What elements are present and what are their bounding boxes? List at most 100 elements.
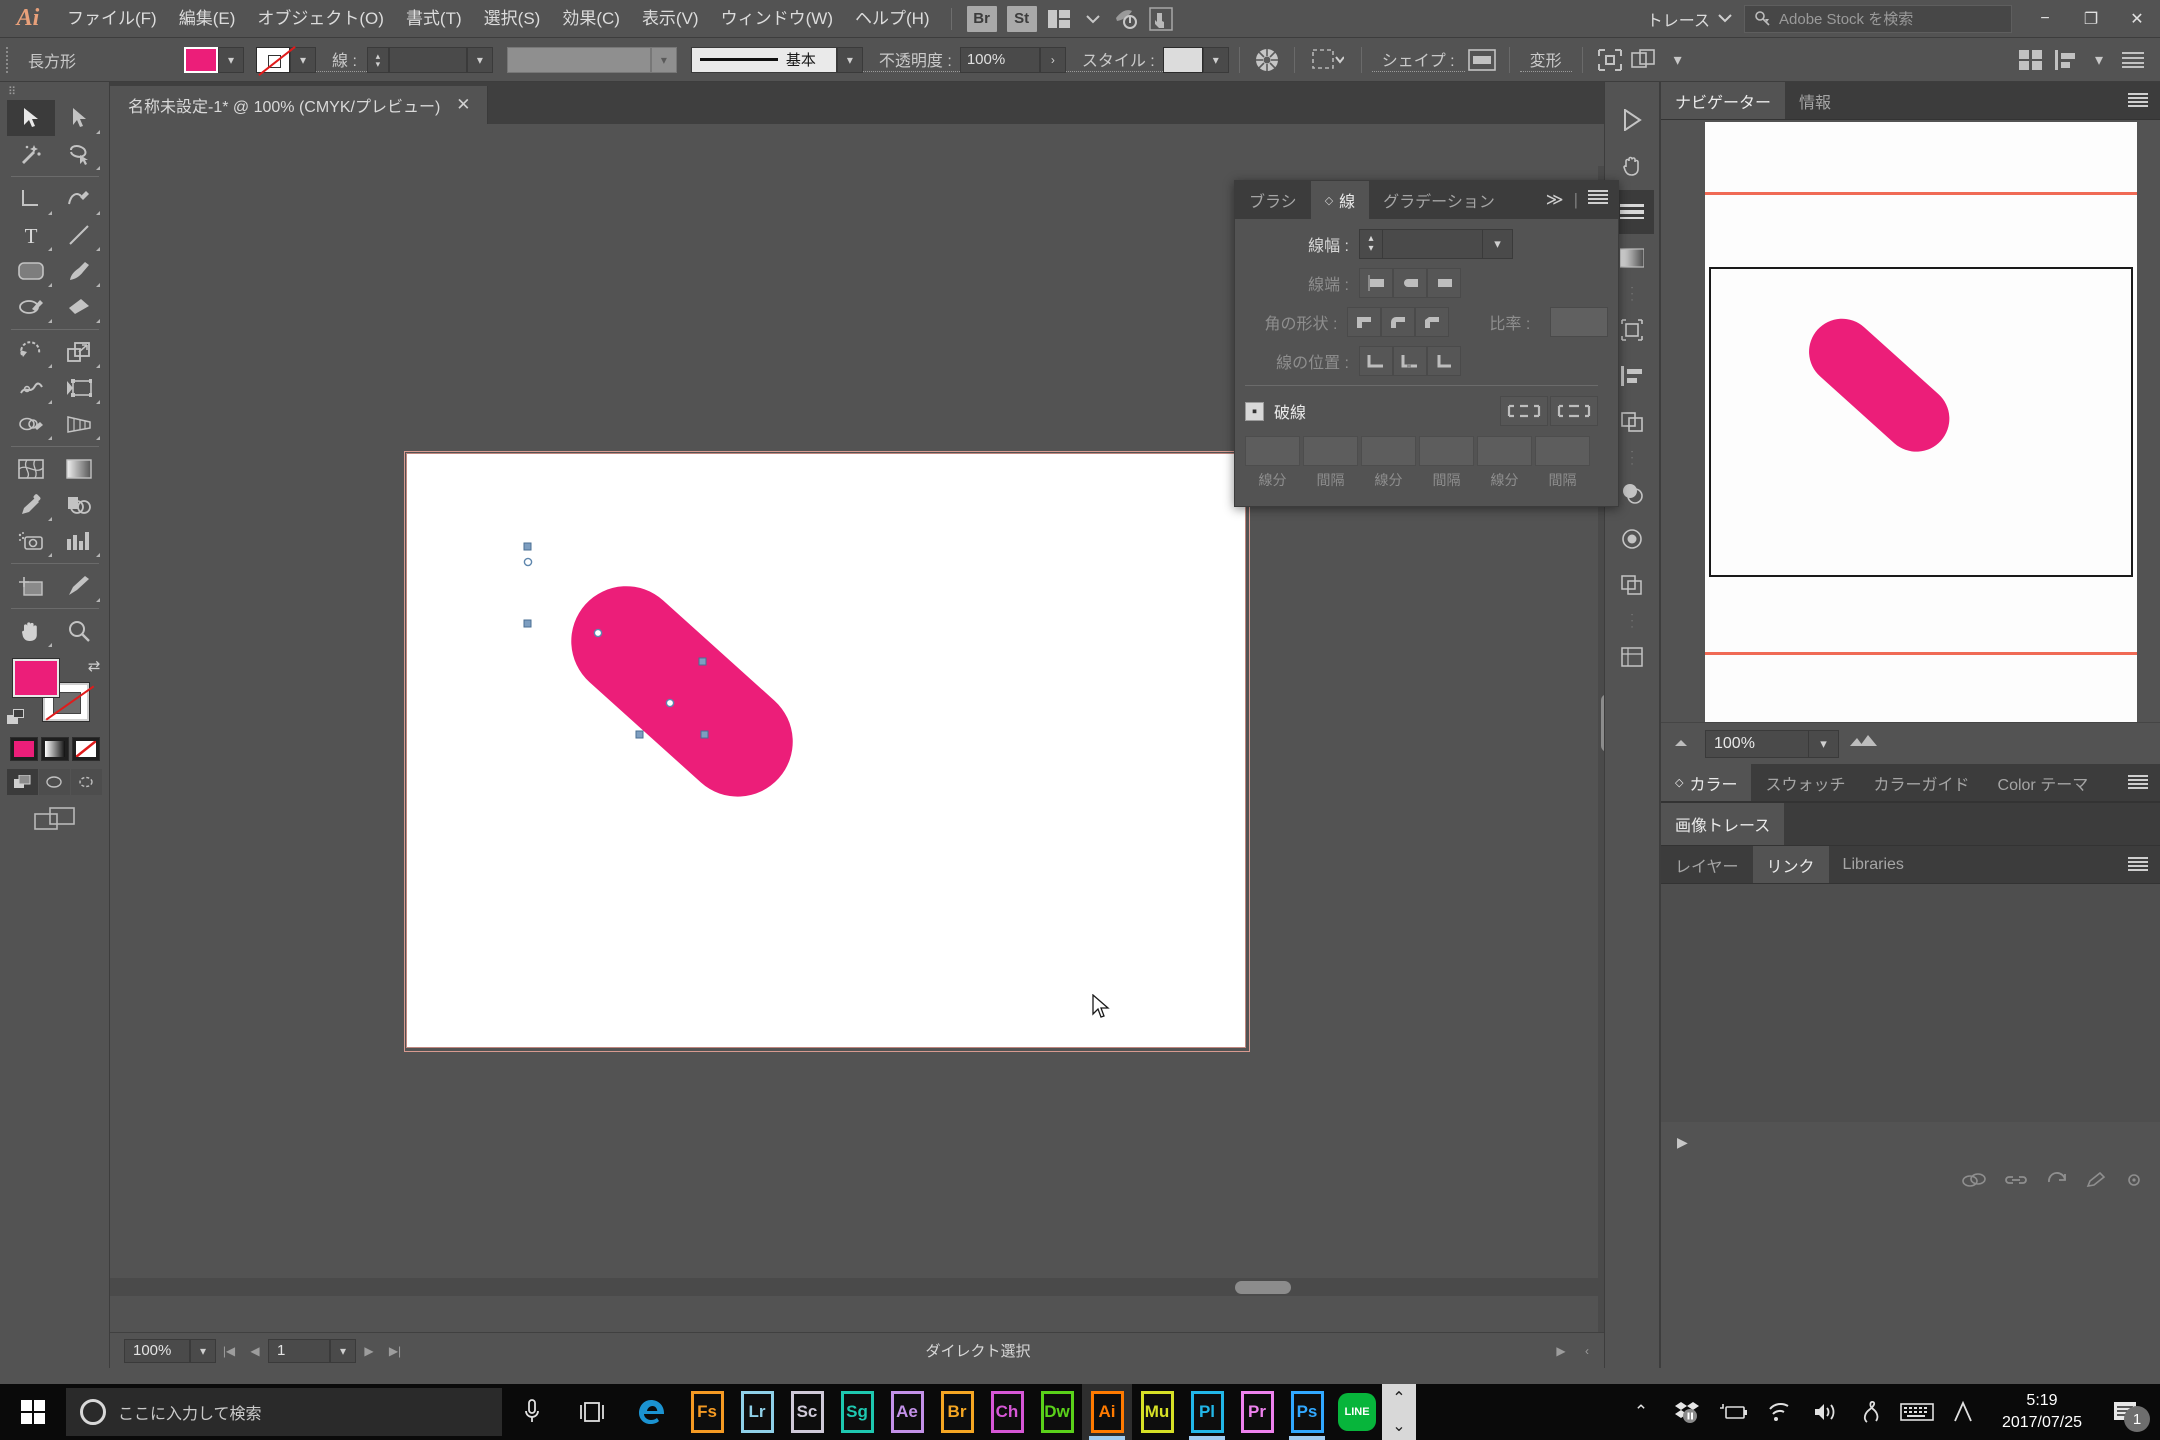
draw-normal-button[interactable] — [7, 769, 38, 795]
window-minimize-button[interactable]: − — [2022, 0, 2068, 38]
taskbar-clock[interactable]: 5:19 2017/07/25 — [1986, 1390, 2098, 1434]
tool-symbol-sprayer[interactable] — [7, 523, 55, 559]
taskbar-app[interactable]: Br — [932, 1384, 982, 1440]
next-artboard-button[interactable]: ▶ — [356, 1339, 382, 1363]
tab-layers[interactable]: レイヤー — [1661, 846, 1753, 883]
menu-edit[interactable]: 編集(E) — [168, 0, 247, 38]
last-artboard-button[interactable]: ▶| — [382, 1339, 408, 1363]
tool-rotate[interactable] — [7, 334, 55, 370]
artboard-number-field[interactable]: 1 — [268, 1338, 330, 1363]
tab-image-trace[interactable]: 画像トレース — [1661, 803, 1785, 845]
stock-button[interactable]: St — [1006, 5, 1037, 32]
dock-grip[interactable] — [1605, 82, 1659, 96]
taskbar-app[interactable]: Mu — [1132, 1384, 1182, 1440]
tool-rectangle[interactable] — [7, 253, 55, 289]
align-center-button[interactable] — [1359, 346, 1393, 376]
ime-mode-icon[interactable] — [1940, 1384, 1986, 1440]
navigator-panel-menu-icon[interactable] — [2116, 82, 2160, 119]
tool-magic-wand[interactable] — [7, 136, 55, 172]
tool-perspective-grid[interactable] — [55, 406, 103, 442]
chevron-up-icon[interactable]: ⌃ — [1392, 1388, 1405, 1408]
tab-gradient[interactable]: グラデーション — [1369, 181, 1509, 219]
gap-input-1[interactable] — [1303, 436, 1358, 466]
chevron-down-icon[interactable] — [1076, 4, 1110, 34]
rocket-icon[interactable] — [1110, 4, 1144, 34]
fill-dropdown-icon[interactable]: ▾ — [218, 46, 244, 73]
round-cap-button[interactable] — [1393, 268, 1427, 298]
stroke-swatch-none[interactable] — [256, 46, 290, 73]
selected-shape[interactable] — [406, 453, 1246, 1048]
tab-brushes[interactable]: ブラシ — [1235, 181, 1311, 219]
volume-icon[interactable] — [1802, 1384, 1848, 1440]
tool-zoom[interactable] — [55, 613, 103, 649]
panel-menu-icon[interactable] — [1588, 190, 1608, 210]
tab-links[interactable]: リンク — [1752, 846, 1829, 883]
tool-mesh[interactable] — [7, 451, 55, 487]
canvas-horizontal-scroll-thumb[interactable] — [1235, 1281, 1291, 1294]
variable-width-dropdown-icon[interactable]: ▾ — [650, 46, 677, 73]
tool-gradient[interactable] — [55, 451, 103, 487]
expand-links-icon[interactable]: ▶ — [1677, 1134, 1688, 1151]
miter-join-button[interactable] — [1347, 307, 1382, 337]
swap-fill-stroke-icon[interactable]: ⇄ — [88, 657, 101, 675]
workspace-switcher[interactable]: トレース — [1635, 7, 1744, 31]
window-restore-button[interactable]: ❐ — [2068, 0, 2114, 38]
isolate-selected-icon[interactable] — [1593, 45, 1627, 75]
miter-limit-input[interactable] — [1550, 307, 1608, 337]
tool-hand[interactable] — [7, 613, 55, 649]
stroke-weight-stepper[interactable]: ▴ ▾ — [366, 46, 389, 73]
tool-shape-builder[interactable] — [7, 406, 55, 442]
links-panel-body[interactable] — [1661, 884, 2160, 1122]
tool-free-transform[interactable] — [55, 370, 103, 406]
prev-artboard-button[interactable]: ◀ — [242, 1339, 268, 1363]
navigator-view-box[interactable] — [1709, 267, 2133, 577]
taskbar-app[interactable]: Ch — [982, 1384, 1032, 1440]
align-panel-dropdown-icon[interactable]: ▾ — [2082, 45, 2116, 75]
tool-direct-selection[interactable] — [55, 100, 103, 136]
taskbar-scroll-arrows[interactable]: ⌃ ⌄ — [1382, 1384, 1416, 1440]
fill-color-swatch[interactable] — [12, 659, 59, 697]
arrange-panel-icon[interactable] — [2014, 45, 2048, 75]
chevron-down-icon[interactable]: ⌄ — [1392, 1416, 1405, 1436]
action-center-button[interactable]: 1 — [2098, 1384, 2154, 1440]
dash-align-corners-button[interactable] — [1550, 396, 1598, 426]
tab-navigator[interactable]: ナビゲーター — [1661, 82, 1786, 119]
menu-file[interactable]: ファイル(F) — [56, 0, 168, 38]
task-view-icon[interactable] — [562, 1384, 622, 1440]
tool-lasso[interactable] — [55, 136, 103, 172]
tool-scale[interactable] — [55, 334, 103, 370]
battery-icon[interactable] — [1710, 1384, 1756, 1440]
gap-input-3[interactable] — [1535, 436, 1590, 466]
zoom-in-icon[interactable] — [1849, 733, 1879, 754]
status-menu-icon[interactable]: ▶ — [1548, 1339, 1574, 1363]
align-panel-icon[interactable] — [2048, 45, 2082, 75]
tab-stroke[interactable]: ◇ 線 — [1310, 181, 1370, 219]
navigator-zoom-dropdown-icon[interactable]: ▾ — [1809, 729, 1839, 758]
zoom-level-field[interactable]: 100% — [124, 1338, 190, 1363]
align-inside-button[interactable] — [1393, 346, 1427, 376]
taskbar-app[interactable]: Sc — [782, 1384, 832, 1440]
stroke-weight-dropdown-icon[interactable]: ▾ — [1483, 229, 1513, 259]
graphic-style-swatch[interactable] — [1162, 46, 1203, 73]
menu-window[interactable]: ウィンドウ(W) — [710, 0, 844, 38]
tool-selection[interactable] — [6, 100, 55, 136]
tool-eyedropper[interactable] — [7, 487, 55, 523]
taskbar-app[interactable]: Ae — [882, 1384, 932, 1440]
transform-label[interactable]: 変形 — [1519, 47, 1572, 72]
taskbar-app-line[interactable]: LINE — [1332, 1384, 1382, 1440]
stroke-dropdown-icon[interactable]: ▾ — [290, 46, 316, 73]
menu-type[interactable]: 書式(T) — [395, 0, 473, 38]
tab-info[interactable]: 情報 — [1785, 82, 1845, 119]
document-tab[interactable]: 名称未設定-1* @ 100% (CMYK/プレビュー) ✕ — [110, 86, 488, 124]
taskbar-app[interactable]: Fs — [682, 1384, 732, 1440]
masks-icon[interactable] — [1627, 45, 1661, 75]
dashed-line-checkbox[interactable]: ▪ — [1245, 401, 1264, 421]
tool-type[interactable]: T — [7, 217, 55, 253]
zoom-out-icon[interactable] — [1673, 734, 1695, 754]
gap-input-2[interactable] — [1419, 436, 1474, 466]
tool-artboard[interactable] — [7, 568, 55, 604]
menu-select[interactable]: 選択(S) — [473, 0, 552, 38]
bridge-button[interactable]: Br — [966, 5, 997, 32]
links-options-icon[interactable] — [2124, 1172, 2144, 1193]
taskbar-app[interactable]: Dw — [1032, 1384, 1082, 1440]
